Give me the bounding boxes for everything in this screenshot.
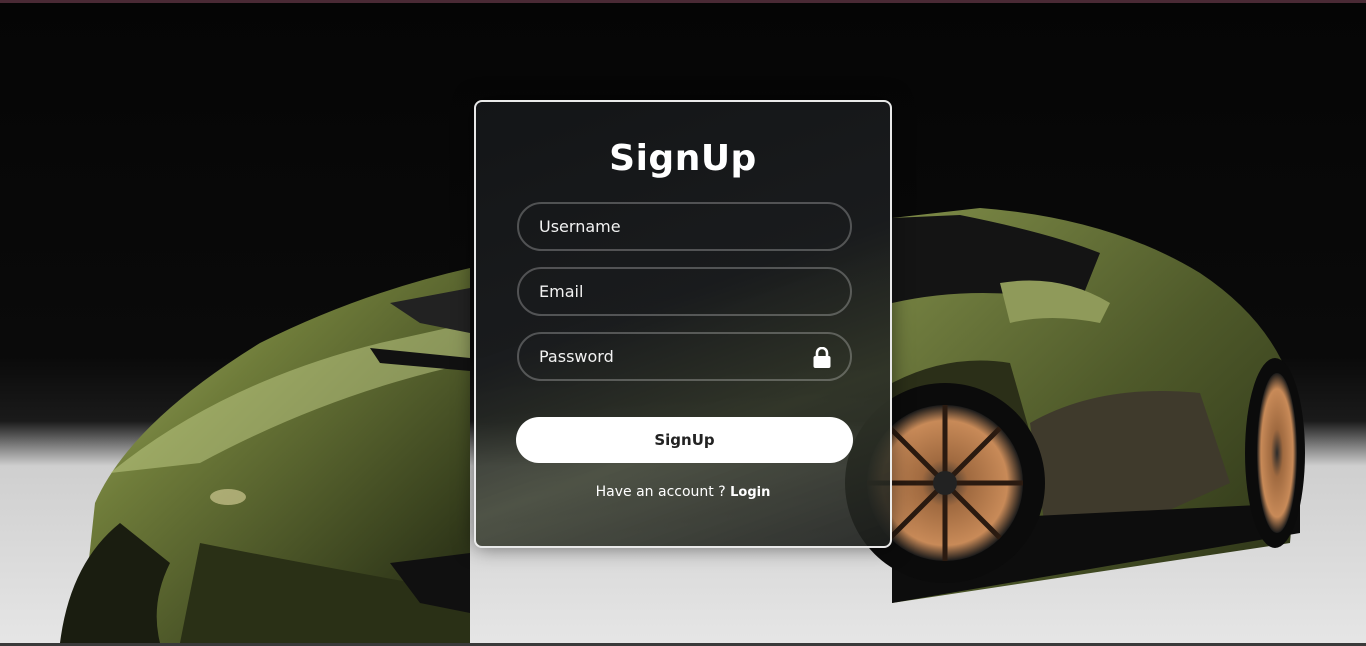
page-title: SignUp [609,138,757,179]
login-prompt: Have an account ? Login [476,484,890,500]
signup-button[interactable]: SignUp [516,417,853,463]
lock-icon [813,347,831,368]
username-input[interactable] [519,204,850,249]
login-prompt-text: Have an account ? [595,484,731,500]
username-field[interactable] [517,202,852,251]
password-field[interactable] [517,332,852,381]
signup-card: SignUp SignUp Have an account ? Login [474,100,892,548]
password-input[interactable] [519,334,850,379]
email-input[interactable] [519,269,850,314]
email-field[interactable] [517,267,852,316]
login-link[interactable]: Login [730,485,770,500]
